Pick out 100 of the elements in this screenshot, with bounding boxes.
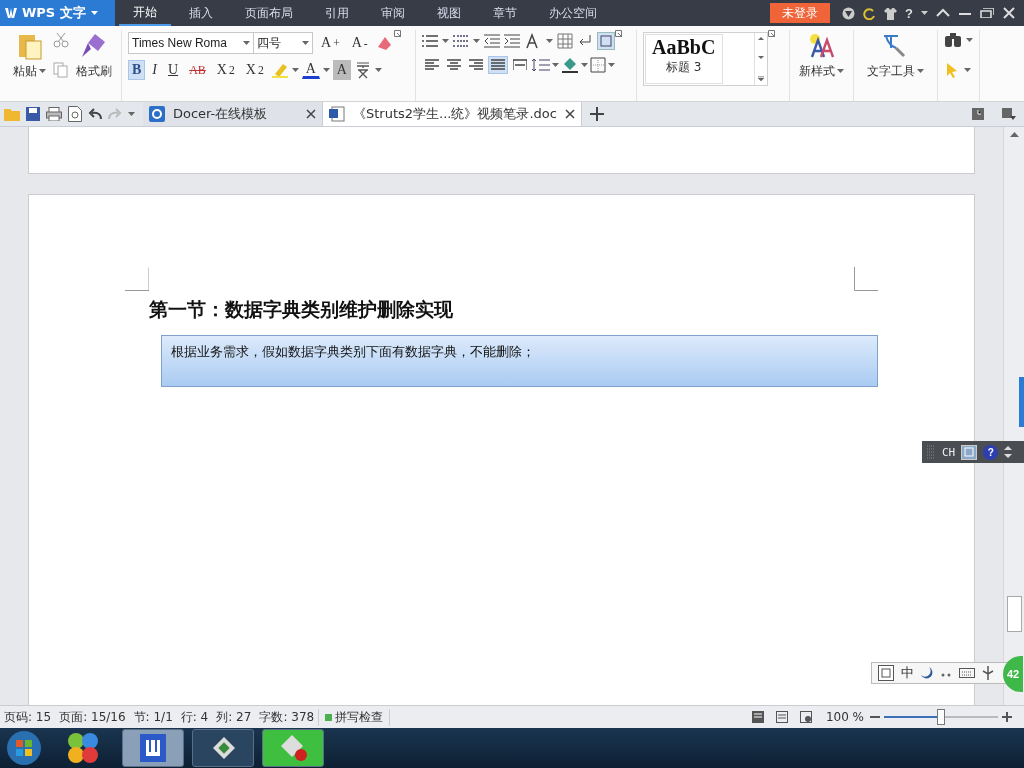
scroll-down-icon[interactable]	[757, 56, 764, 60]
caret-icon[interactable]	[836, 69, 844, 74]
moon-icon[interactable]	[921, 667, 933, 679]
print-preview-icon[interactable]	[68, 106, 82, 122]
grip-icon[interactable]	[926, 445, 936, 459]
page-view-icon[interactable]	[751, 711, 764, 723]
clipboard-icon	[16, 32, 43, 60]
outline-view-icon[interactable]	[775, 711, 788, 723]
caret-icon[interactable]	[302, 40, 309, 46]
format-button[interactable]: I	[148, 60, 161, 80]
format-painter-button[interactable]: 格式刷	[73, 30, 115, 101]
line-spacing-icon[interactable]	[531, 58, 550, 72]
taskbar-app-button[interactable]	[262, 729, 324, 767]
caret-icon[interactable]	[39, 69, 46, 74]
caret-icon[interactable]	[322, 67, 330, 73]
table-icon[interactable]	[556, 33, 573, 49]
web-view-icon[interactable]	[799, 711, 812, 723]
undo-icon[interactable]	[88, 108, 102, 120]
restore-icon[interactable]	[980, 8, 994, 18]
save-icon[interactable]	[26, 107, 40, 121]
paste-button[interactable]: 粘贴	[10, 30, 49, 101]
scroll-up-icon[interactable]	[1009, 131, 1019, 137]
document-tab[interactable]: 《Struts2学生...统》视频笔录.doc	[323, 102, 582, 126]
format-button[interactable]: AB	[185, 60, 210, 80]
menu-tab[interactable]: 办公空间	[535, 0, 611, 26]
dialog-launcher-icon[interactable]	[614, 30, 622, 37]
dialog-launcher-icon[interactable]	[393, 30, 401, 37]
style-gallery-item[interactable]: AaBbC 标题 3	[644, 34, 723, 84]
new-style-button[interactable]: 新样式	[795, 30, 847, 101]
caret-icon[interactable]	[580, 62, 588, 68]
caret-icon[interactable]	[545, 38, 553, 44]
menu-tab[interactable]: 页面布局	[231, 0, 307, 26]
input-language[interactable]: CH	[942, 445, 956, 459]
caret-icon[interactable]	[607, 62, 615, 68]
format-button[interactable]: B	[128, 60, 146, 80]
taskbar-app-button[interactable]	[122, 729, 184, 767]
font-name-field[interactable]: Times New Roma	[128, 32, 254, 54]
zoom-slider[interactable]	[884, 709, 998, 725]
menu-tab[interactable]: 插入	[175, 0, 227, 26]
menu-tab[interactable]: 章节	[479, 0, 531, 26]
input-mode[interactable]: 中	[901, 664, 914, 682]
start-orb-icon[interactable]	[6, 730, 42, 766]
font-color-button[interactable]: A	[301, 61, 320, 79]
scissors-icon[interactable]	[53, 32, 69, 48]
scroll-up-icon[interactable]	[757, 36, 764, 40]
colored-circles-icon[interactable]	[66, 731, 100, 765]
show-marks-icon[interactable]	[596, 32, 615, 50]
decrease-indent-icon[interactable]	[483, 34, 500, 48]
caret-icon[interactable]	[916, 69, 924, 74]
menu-tab[interactable]: 审阅	[367, 0, 419, 26]
numbered-list-icon[interactable]	[452, 34, 469, 48]
caret-icon[interactable]	[90, 10, 98, 16]
paint-bucket-icon[interactable]	[560, 57, 579, 73]
collapse-icon[interactable]	[936, 8, 950, 18]
caret-icon[interactable]	[374, 67, 382, 73]
align-icon	[446, 59, 461, 71]
expand-icon[interactable]	[1004, 445, 1013, 459]
binoculars-icon[interactable]	[943, 32, 962, 48]
zoom-level: 100 %	[824, 710, 865, 724]
char-shading-button[interactable]: A	[332, 60, 351, 80]
help-button[interactable]: ?	[983, 444, 999, 460]
font-size-field[interactable]: 四号	[253, 32, 313, 54]
app-menu-button[interactable]: WPS 文字	[0, 0, 115, 26]
caret-icon[interactable]	[243, 40, 250, 46]
help-button[interactable]: ?	[905, 5, 913, 21]
caret-icon[interactable]	[441, 38, 449, 44]
caret-icon[interactable]	[965, 37, 973, 43]
caret-icon[interactable]	[551, 62, 559, 68]
caret-icon[interactable]	[291, 67, 299, 73]
tab-list-icon[interactable]	[1002, 108, 1016, 120]
caret-icon[interactable]	[921, 10, 928, 16]
document-tab[interactable]: Docer-在线模板	[143, 102, 323, 126]
close-icon[interactable]	[306, 109, 316, 119]
clear-format-icon[interactable]	[375, 35, 394, 51]
taskbar-app-button[interactable]	[192, 729, 254, 767]
borders-icon[interactable]	[589, 57, 606, 73]
new-tab-icon[interactable]	[589, 107, 604, 121]
text-tools-button[interactable]: 文字工具	[863, 30, 927, 101]
align-icon	[468, 59, 483, 71]
wps-logo-icon[interactable]	[5, 7, 17, 19]
close-icon[interactable]	[564, 109, 575, 119]
menu-tab[interactable]: 引用	[311, 0, 363, 26]
refresh-icon[interactable]	[863, 6, 877, 20]
dialog-launcher-icon[interactable]	[767, 30, 775, 37]
zoom-in-icon[interactable]	[1002, 712, 1012, 722]
format-button[interactable]: U	[164, 60, 183, 80]
caret-icon[interactable]	[128, 111, 135, 117]
caret-icon[interactable]	[472, 38, 480, 44]
print-icon[interactable]	[46, 107, 62, 121]
menu-tab[interactable]: 视图	[423, 0, 475, 26]
increase-indent-icon[interactable]	[503, 34, 520, 48]
align-button[interactable]	[487, 56, 508, 74]
ime-logo-icon[interactable]	[878, 665, 894, 681]
caret-icon[interactable]	[963, 67, 971, 73]
bullet-list-icon[interactable]	[421, 34, 438, 48]
shirt-icon[interactable]	[884, 6, 898, 20]
more-icon[interactable]	[757, 76, 764, 82]
spell-check-button[interactable]: 拼写检查	[318, 708, 391, 726]
scrollbar-thumb[interactable]	[1006, 596, 1022, 632]
scrollbar[interactable]	[1003, 127, 1024, 705]
